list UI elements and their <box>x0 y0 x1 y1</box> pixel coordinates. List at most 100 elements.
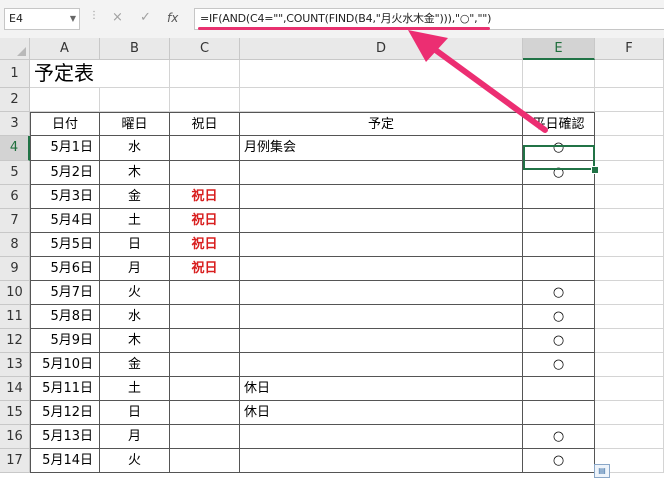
row-header-13[interactable]: 13 <box>0 353 30 377</box>
plan-cell[interactable] <box>240 185 523 209</box>
weekday-cell[interactable]: 日 <box>100 233 170 257</box>
date-cell[interactable]: 5月3日 <box>30 185 100 209</box>
column-header-E[interactable]: E <box>523 38 595 60</box>
select-all-corner[interactable] <box>0 38 30 60</box>
date-cell[interactable]: 5月5日 <box>30 233 100 257</box>
plan-cell[interactable] <box>240 329 523 353</box>
plan-cell[interactable] <box>240 281 523 305</box>
cell[interactable] <box>170 88 240 112</box>
holiday-cell[interactable]: 祝日 <box>170 257 240 281</box>
date-cell[interactable]: 5月6日 <box>30 257 100 281</box>
holiday-cell[interactable] <box>170 401 240 425</box>
check-cell[interactable] <box>523 377 595 401</box>
date-cell[interactable]: 5月11日 <box>30 377 100 401</box>
plan-cell[interactable] <box>240 425 523 449</box>
holiday-cell[interactable] <box>170 377 240 401</box>
cell[interactable] <box>595 401 664 425</box>
weekday-cell[interactable]: 日 <box>100 401 170 425</box>
check-cell[interactable]: ○ <box>523 449 595 473</box>
weekday-cell[interactable]: 土 <box>100 377 170 401</box>
check-cell[interactable] <box>523 209 595 233</box>
date-cell[interactable]: 5月8日 <box>30 305 100 329</box>
cell[interactable] <box>595 329 664 353</box>
weekday-cell[interactable]: 水 <box>100 136 170 161</box>
holiday-cell[interactable] <box>170 353 240 377</box>
column-header-C[interactable]: C <box>170 38 240 60</box>
weekday-cell[interactable]: 木 <box>100 329 170 353</box>
check-cell[interactable]: ○ <box>523 281 595 305</box>
holiday-cell[interactable] <box>170 136 240 161</box>
column-header-F[interactable]: F <box>595 38 664 60</box>
header-weekday[interactable]: 曜日 <box>100 112 170 136</box>
plan-cell[interactable]: 月例集会 <box>240 136 523 161</box>
holiday-cell[interactable]: 祝日 <box>170 233 240 257</box>
cell[interactable] <box>240 88 523 112</box>
date-cell[interactable]: 5月12日 <box>30 401 100 425</box>
holiday-cell[interactable] <box>170 161 240 185</box>
check-cell[interactable]: ○ <box>523 353 595 377</box>
insert-function-icon[interactable]: fx <box>167 9 178 27</box>
holiday-cell[interactable] <box>170 425 240 449</box>
cell[interactable] <box>240 60 523 88</box>
drag-handle-icon[interactable]: ⋮ <box>89 10 99 21</box>
weekday-cell[interactable]: 火 <box>100 449 170 473</box>
plan-cell[interactable] <box>240 353 523 377</box>
row-header-2[interactable]: 2 <box>0 88 30 112</box>
row-header-17[interactable]: 17 <box>0 449 30 473</box>
plan-cell[interactable] <box>240 449 523 473</box>
row-header-4[interactable]: 4 <box>0 136 30 161</box>
check-cell[interactable] <box>523 233 595 257</box>
holiday-cell[interactable] <box>170 305 240 329</box>
plan-cell[interactable]: 休日 <box>240 377 523 401</box>
row-header-6[interactable]: 6 <box>0 185 30 209</box>
cell[interactable] <box>595 60 664 88</box>
holiday-cell[interactable] <box>170 281 240 305</box>
cell[interactable] <box>595 136 664 161</box>
plan-cell[interactable] <box>240 161 523 185</box>
row-header-8[interactable]: 8 <box>0 233 30 257</box>
cell[interactable] <box>30 88 100 112</box>
cell[interactable] <box>595 281 664 305</box>
cell[interactable] <box>595 233 664 257</box>
plan-cell[interactable] <box>240 257 523 281</box>
check-cell[interactable]: ○ <box>523 329 595 353</box>
fill-handle[interactable] <box>591 166 599 174</box>
holiday-cell[interactable]: 祝日 <box>170 209 240 233</box>
row-header-1[interactable]: 1 <box>0 60 30 88</box>
row-header-12[interactable]: 12 <box>0 329 30 353</box>
date-cell[interactable]: 5月13日 <box>30 425 100 449</box>
row-header-16[interactable]: 16 <box>0 425 30 449</box>
cell[interactable] <box>595 305 664 329</box>
check-cell[interactable] <box>523 257 595 281</box>
weekday-cell[interactable]: 火 <box>100 281 170 305</box>
date-cell[interactable]: 5月2日 <box>30 161 100 185</box>
holiday-cell[interactable]: 祝日 <box>170 185 240 209</box>
cell[interactable] <box>595 161 664 185</box>
cancel-icon[interactable]: × <box>112 9 123 27</box>
date-cell[interactable]: 5月9日 <box>30 329 100 353</box>
date-cell[interactable]: 5月10日 <box>30 353 100 377</box>
row-header-7[interactable]: 7 <box>0 209 30 233</box>
header-weekday-check[interactable]: 平日確認 <box>523 112 595 136</box>
enter-icon[interactable]: ✓ <box>140 9 151 27</box>
cell[interactable] <box>523 88 595 112</box>
check-cell[interactable] <box>523 401 595 425</box>
holiday-cell[interactable] <box>170 449 240 473</box>
column-header-B[interactable]: B <box>100 38 170 60</box>
chevron-down-icon[interactable]: ▼ <box>70 9 76 29</box>
cell[interactable] <box>595 425 664 449</box>
date-cell[interactable]: 5月14日 <box>30 449 100 473</box>
quick-analysis-icon[interactable]: ▤ <box>594 464 610 478</box>
check-cell[interactable]: ○ <box>523 305 595 329</box>
date-cell[interactable]: 5月1日 <box>30 136 100 161</box>
row-header-5[interactable]: 5 <box>0 161 30 185</box>
cell[interactable] <box>595 88 664 112</box>
cell[interactable] <box>595 257 664 281</box>
weekday-cell[interactable]: 金 <box>100 353 170 377</box>
weekday-cell[interactable]: 金 <box>100 185 170 209</box>
row-header-10[interactable]: 10 <box>0 281 30 305</box>
cell[interactable] <box>595 185 664 209</box>
weekday-cell[interactable]: 月 <box>100 425 170 449</box>
plan-cell[interactable] <box>240 209 523 233</box>
header-plan[interactable]: 予定 <box>240 112 523 136</box>
